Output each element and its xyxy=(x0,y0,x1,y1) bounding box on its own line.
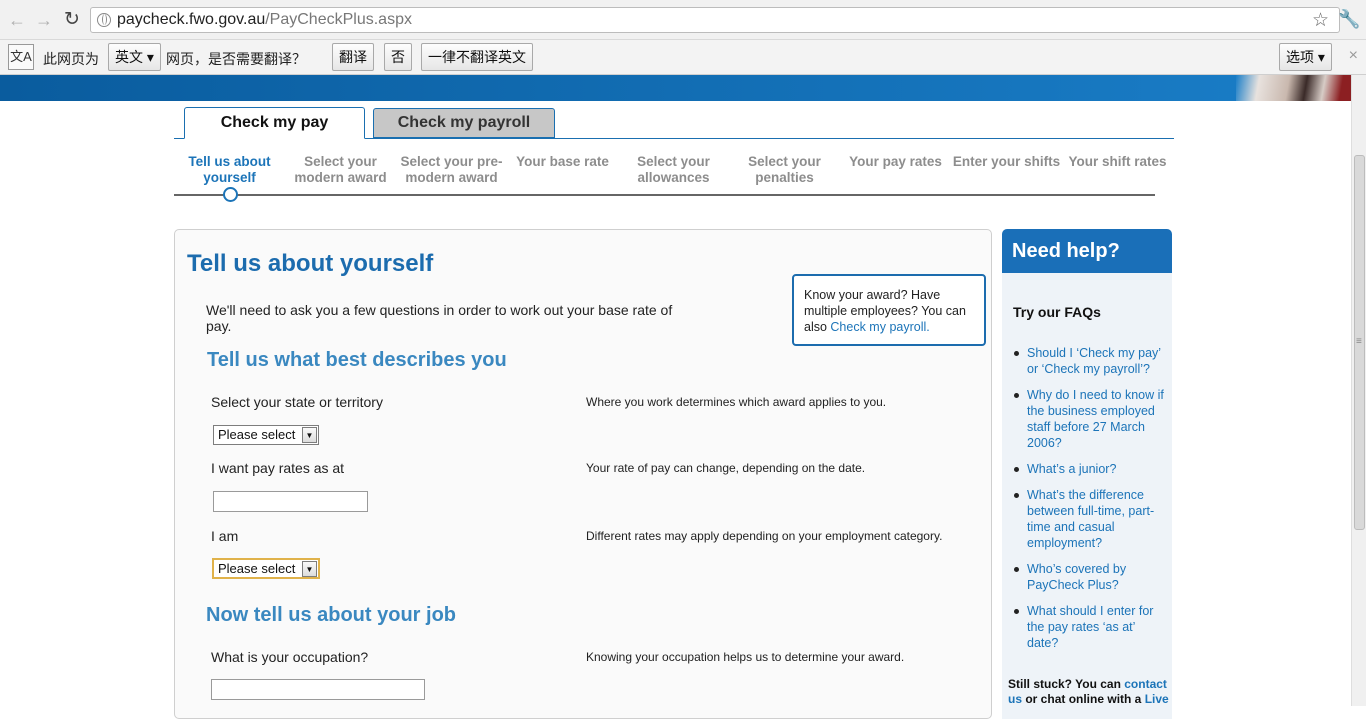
help-sidebar: Need help? Try our FAQs Should I ‘Check … xyxy=(1002,229,1172,719)
faq-link[interactable]: Should I ‘Check my pay’ or ‘Check my pay… xyxy=(1012,345,1168,377)
date-hint: Your rate of pay can change, depending o… xyxy=(586,461,866,475)
tab-check-my-payroll[interactable]: Check my payroll xyxy=(373,108,555,138)
award-info-box: Know your award? Have multiple employees… xyxy=(792,274,986,346)
wrench-icon[interactable]: 🔧 xyxy=(1338,9,1360,30)
globe-icon xyxy=(97,13,111,27)
dropdown-arrow-icon: ▼ xyxy=(302,561,317,577)
faq-link[interactable]: Why do I need to know if the business em… xyxy=(1012,387,1168,451)
occupation-label: What is your occupation? xyxy=(211,649,369,665)
page-title: Tell us about yourself xyxy=(187,250,434,277)
occupation-input[interactable] xyxy=(211,679,425,700)
language-select[interactable]: 英文 ▾ xyxy=(108,43,161,71)
banner-photo xyxy=(1236,75,1351,101)
no-translate-button[interactable]: 否 xyxy=(384,43,412,71)
translate-suffix: 网页，是否需要翻译？ xyxy=(166,51,306,67)
date-input[interactable] xyxy=(213,491,368,512)
help-title: Need help? xyxy=(1002,229,1172,273)
options-button[interactable]: 选项 ▾ xyxy=(1279,43,1332,71)
progress-steps: Tell us about yourself Select your moder… xyxy=(174,154,1174,204)
category-hint: Different rates may apply depending on y… xyxy=(586,529,943,543)
faq-heading: Try our FAQs xyxy=(1013,304,1101,320)
occupation-hint: Knowing your occupation helps us to dete… xyxy=(586,650,905,664)
faq-list: Should I ‘Check my pay’ or ‘Check my pay… xyxy=(1012,345,1168,661)
intro-text: We'll need to ask you a few questions in… xyxy=(206,302,673,334)
live-chat-link[interactable]: Live xyxy=(1145,692,1169,706)
progress-line xyxy=(174,194,1155,196)
faq-link[interactable]: What should I enter for the pay rates ‘a… xyxy=(1012,603,1168,651)
step-enter-shifts: Enter your shifts xyxy=(952,154,1061,169)
category-label: I am xyxy=(211,528,239,544)
never-translate-button[interactable]: 一律不翻译英文 xyxy=(421,43,533,71)
main-form-panel: Tell us about yourself We'll need to ask… xyxy=(174,229,992,719)
scrollbar-thumb[interactable] xyxy=(1354,155,1365,530)
step-pay-rates: Your pay rates xyxy=(849,154,942,169)
check-my-payroll-link[interactable]: Check my payroll. xyxy=(830,320,929,334)
step-base-rate: Your base rate xyxy=(516,154,609,169)
dropdown-arrow-icon: ▼ xyxy=(302,427,317,443)
state-label: Select your state or territory xyxy=(211,394,383,410)
site-banner xyxy=(0,75,1351,101)
state-hint: Where you work determines which award ap… xyxy=(586,395,887,409)
step-shift-rates: Your shift rates xyxy=(1068,154,1167,169)
translate-icon: 文A xyxy=(8,44,34,70)
bookmark-star-icon[interactable]: ☆ xyxy=(1312,9,1329,32)
step-select-allowances: Select your allowances xyxy=(637,154,710,185)
translate-prefix: 此网页为 xyxy=(43,51,99,67)
back-arrow-icon[interactable]: ← xyxy=(6,9,28,31)
translate-infobar: 文A 此网页为 英文 ▾ 网页，是否需要翻译？ 翻译 否 一律不翻译英文 选项 … xyxy=(0,40,1366,75)
faq-link[interactable]: Who’s covered by PayCheck Plus? xyxy=(1012,561,1168,593)
page-scrollbar[interactable] xyxy=(1351,75,1366,706)
step-select-penalties: Select your penalties xyxy=(748,154,821,185)
section-title-describes-you: Tell us what best describes you xyxy=(207,349,507,371)
step-select-modern-award: Select your modern award xyxy=(294,154,387,185)
address-bar[interactable]: paycheck.fwo.gov.au/PayCheckPlus.aspx ☆ xyxy=(90,7,1340,33)
faq-link[interactable]: What’s the difference between full-time,… xyxy=(1012,487,1168,551)
reload-icon[interactable]: ↻ xyxy=(61,9,83,31)
browser-toolbar: ← → ↻ paycheck.fwo.gov.au/PayCheckPlus.a… xyxy=(0,0,1366,40)
step-tell-us-about-yourself: Tell us about yourself xyxy=(188,154,271,185)
current-step-marker xyxy=(223,187,238,202)
url-text: paycheck.fwo.gov.au/PayCheckPlus.aspx xyxy=(117,11,412,28)
still-stuck-text: Still stuck? You can contact us or chat … xyxy=(1008,677,1169,706)
state-select[interactable]: Please select ▼ xyxy=(213,425,319,445)
section-title-your-job: Now tell us about your job xyxy=(206,604,456,626)
tab-check-my-pay[interactable]: Check my pay xyxy=(184,107,365,139)
forward-arrow-icon[interactable]: → xyxy=(33,9,55,31)
faq-link[interactable]: What’s a junior? xyxy=(1012,461,1168,477)
main-tabs: Check my pay Check my payroll xyxy=(174,107,1174,139)
date-label: I want pay rates as at xyxy=(211,460,345,476)
employment-category-select[interactable]: Please select ▼ xyxy=(212,558,320,579)
translate-button[interactable]: 翻译 xyxy=(332,43,374,71)
step-select-pre-modern-award: Select your pre-modern award xyxy=(400,154,503,185)
close-icon[interactable]: × xyxy=(1349,47,1358,65)
